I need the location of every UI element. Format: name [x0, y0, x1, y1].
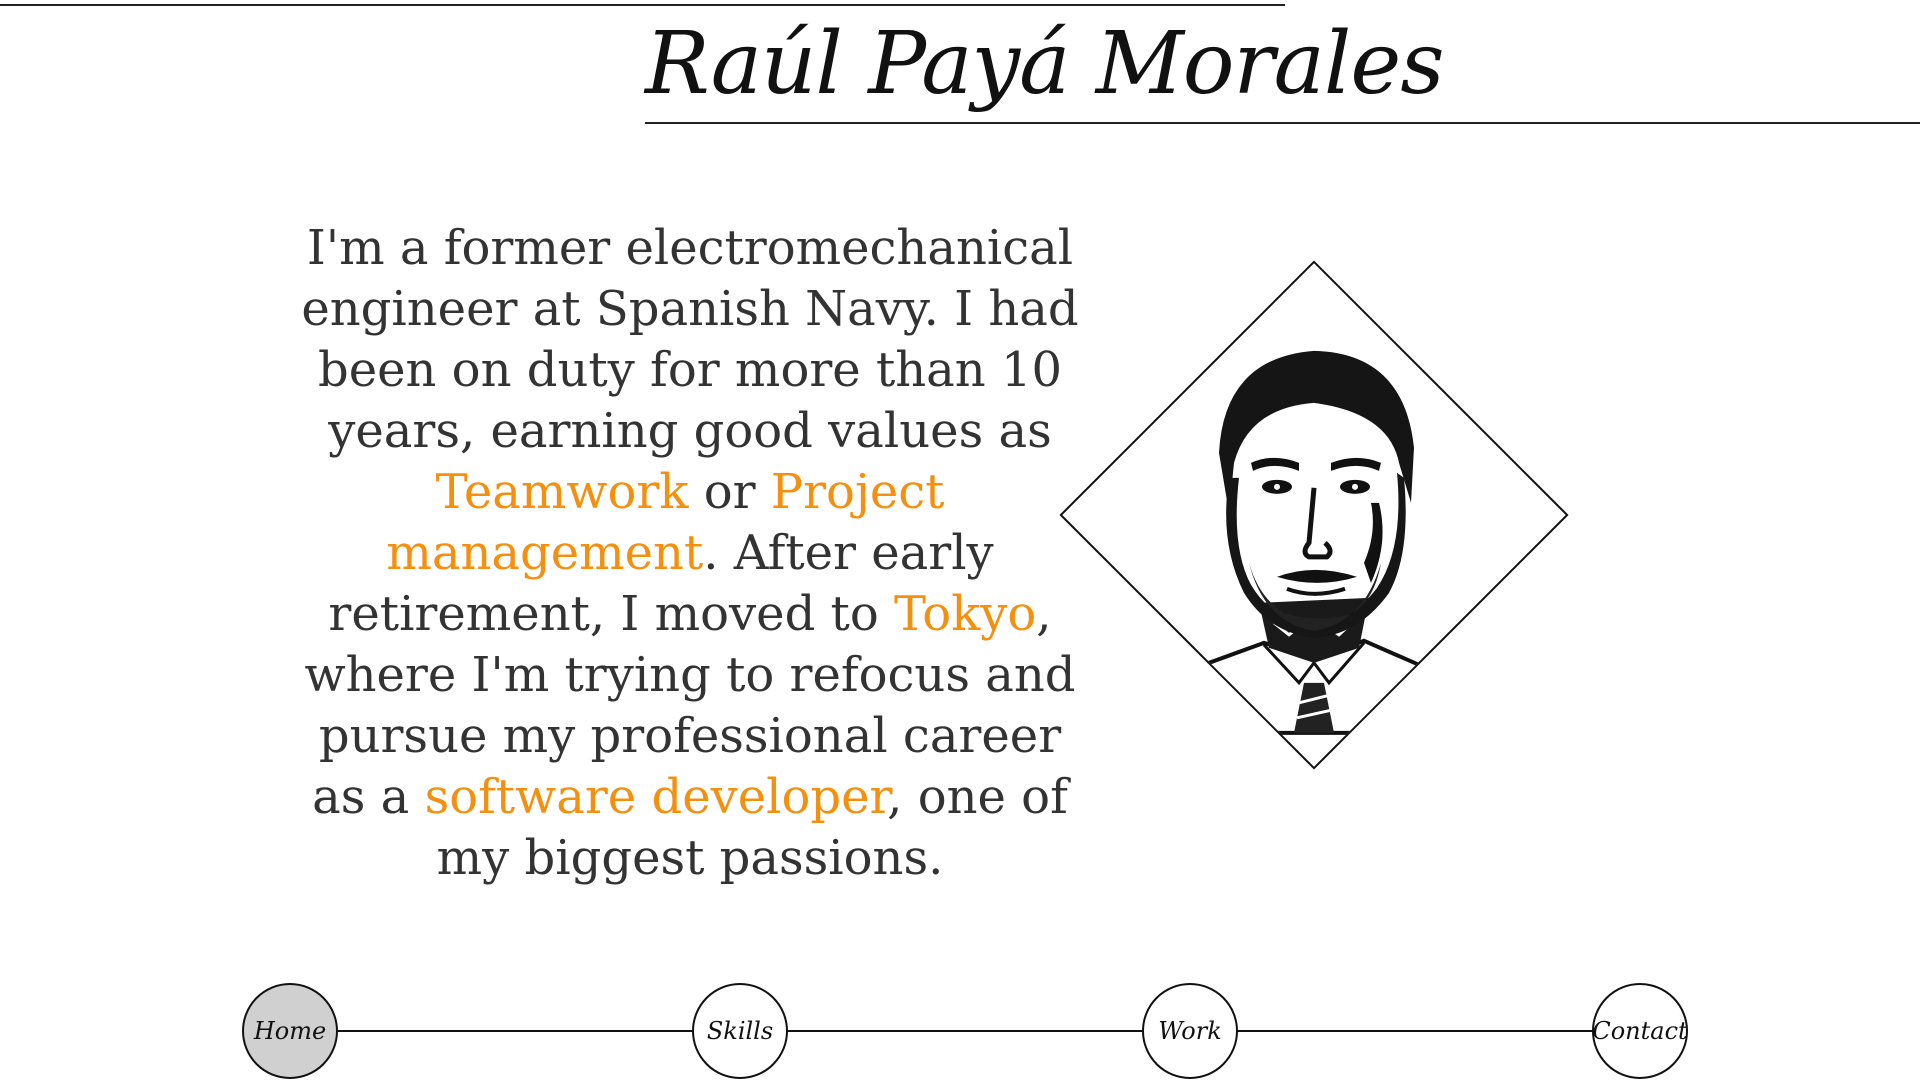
bio-text-part: or: [688, 464, 771, 520]
nav-home-button[interactable]: Home: [242, 983, 338, 1079]
bio-text-part: I'm a former electromechanical engineer …: [301, 220, 1079, 459]
nav-label: Contact: [1592, 1017, 1688, 1045]
nav-label: Work: [1158, 1017, 1222, 1045]
highlight-teamwork: Teamwork: [435, 464, 689, 520]
portrait-frame: [1059, 260, 1569, 770]
nav-connector-line: [290, 1030, 1640, 1032]
nav-skills-button[interactable]: Skills: [692, 983, 788, 1079]
nav-label: Home: [253, 1017, 327, 1045]
highlight-software-developer: software developer: [424, 769, 888, 825]
highlight-tokyo: Tokyo: [894, 586, 1037, 642]
nav-label: Skills: [706, 1017, 774, 1045]
nav-work-button[interactable]: Work: [1142, 983, 1238, 1079]
title-underline: [645, 122, 1920, 124]
nav-contact-button[interactable]: Contact: [1592, 983, 1688, 1079]
top-divider-line: [0, 4, 1285, 6]
portrait-image: [1059, 263, 1568, 770]
site-title: Raúl Payá Morales: [645, 14, 1444, 114]
bio-text: I'm a former electromechanical engineer …: [285, 218, 1095, 889]
